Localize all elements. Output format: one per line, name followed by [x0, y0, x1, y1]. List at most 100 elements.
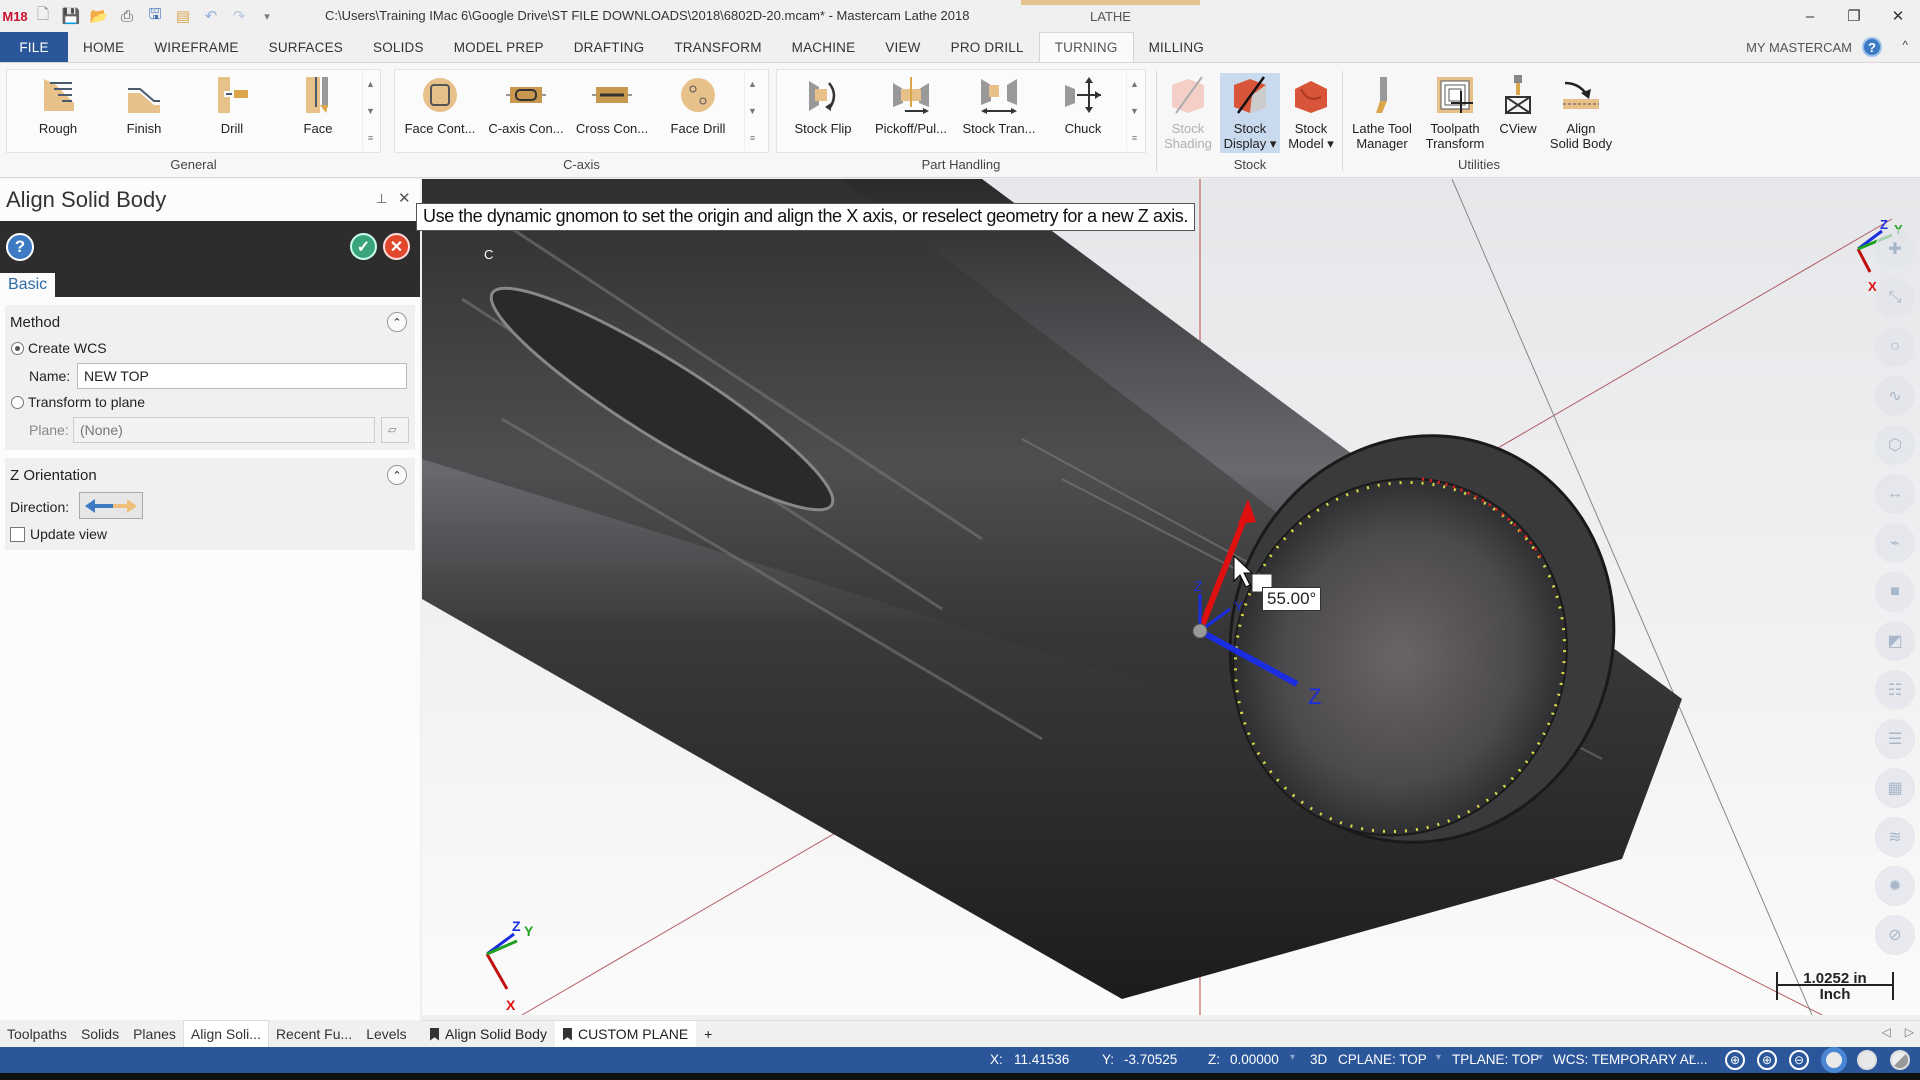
- quick-mask-settings-icon[interactable]: ✹: [1875, 866, 1915, 906]
- quick-mask-point-icon[interactable]: ✚: [1875, 229, 1915, 269]
- stock-display-button[interactable]: Stock Display ▾: [1220, 73, 1280, 153]
- ok-button[interactable]: ✓: [350, 233, 377, 260]
- x-coord-value[interactable]: 11.41536: [1014, 1052, 1069, 1067]
- tplane-dropdown-icon[interactable]: ▾: [1538, 1052, 1543, 1063]
- update-view-checkbox[interactable]: [10, 527, 25, 542]
- new-file-icon[interactable]: 🗋: [34, 6, 52, 25]
- minimize-button[interactable]: –: [1788, 0, 1832, 32]
- scroll-right-icon[interactable]: ▷: [1905, 1025, 1914, 1039]
- quick-mask-dimension-icon[interactable]: ↔: [1875, 474, 1915, 514]
- tab-solids-manager[interactable]: Solids: [74, 1020, 126, 1047]
- open-folder-icon[interactable]: 📂: [90, 7, 109, 25]
- graphics-viewport[interactable]: Z Y Z C X Z Y X Z: [422, 179, 1920, 1015]
- tab-surfaces[interactable]: SURFACES: [254, 32, 358, 62]
- lathe-tool-manager-button[interactable]: Lathe Tool Manager: [1344, 73, 1420, 153]
- quick-mask-drafting-icon[interactable]: ⌁: [1875, 523, 1915, 563]
- add-viewsheet-button[interactable]: +: [696, 1021, 720, 1047]
- tab-milling[interactable]: MILLING: [1134, 32, 1219, 62]
- tplane-button[interactable]: TPLANE: TOP: [1452, 1052, 1539, 1067]
- stock-flip-button[interactable]: Stock Flip: [780, 73, 866, 153]
- shaded-with-edges-icon[interactable]: [1857, 1050, 1877, 1070]
- tab-basic[interactable]: Basic: [0, 273, 56, 297]
- tab-levels[interactable]: Levels: [359, 1020, 413, 1047]
- quick-mask-clear-icon[interactable]: ⊘: [1875, 915, 1915, 955]
- hidden-line-icon[interactable]: ⊕: [1757, 1050, 1777, 1070]
- wireframe-display-icon[interactable]: ⊕: [1725, 1050, 1745, 1070]
- cplane-dropdown-icon[interactable]: ▾: [1436, 1052, 1441, 1063]
- stock-model-button[interactable]: Stock Model ▾: [1282, 73, 1340, 153]
- rough-button[interactable]: Rough: [18, 73, 98, 153]
- z-dropdown-icon[interactable]: ▾: [1290, 1052, 1295, 1063]
- collapse-ribbon-icon[interactable]: ^: [1902, 38, 1908, 52]
- restore-button[interactable]: ❐: [1832, 0, 1876, 32]
- quick-mask-tool-list-icon[interactable]: ☰: [1875, 719, 1915, 759]
- stock-shading-button[interactable]: Stock Shading: [1160, 73, 1216, 153]
- customize-qat-icon[interactable]: ▾: [258, 7, 276, 25]
- tab-pro-drill[interactable]: PRO DRILL: [936, 32, 1039, 62]
- c-axis-contour-button[interactable]: C-axis Con...: [484, 73, 568, 153]
- quick-mask-levels-icon[interactable]: ≋: [1875, 817, 1915, 857]
- save-icon[interactable]: 💾: [62, 7, 81, 25]
- quick-mask-line-icon[interactable]: ⤡: [1875, 278, 1915, 318]
- create-wcs-radio[interactable]: [11, 342, 24, 355]
- quick-mask-color-icon[interactable]: ▦: [1875, 768, 1915, 808]
- pin-icon[interactable]: ⊥: [376, 191, 387, 207]
- quick-mask-surface-icon[interactable]: ⬡: [1875, 425, 1915, 465]
- redo-icon[interactable]: ↷: [230, 7, 248, 25]
- drill-button[interactable]: Drill: [192, 73, 272, 153]
- name-input[interactable]: NEW TOP: [77, 363, 407, 389]
- pickoff-pull-button[interactable]: Pickoff/Pul...: [868, 73, 954, 153]
- toolpath-transform-button[interactable]: Toolpath Transform: [1422, 73, 1488, 153]
- my-mastercam-link[interactable]: MY MASTERCAM: [1746, 40, 1852, 55]
- hidden-line-removed-icon[interactable]: ⊖: [1789, 1050, 1809, 1070]
- quick-mask-solid-icon[interactable]: ■: [1875, 572, 1915, 612]
- direction-toggle-button[interactable]: [79, 492, 143, 519]
- quick-mask-list-icon[interactable]: ☷: [1875, 670, 1915, 710]
- z-coord-value[interactable]: 0.00000: [1230, 1052, 1279, 1067]
- y-coord-value[interactable]: -3.70525: [1124, 1052, 1177, 1067]
- tab-turning[interactable]: TURNING: [1038, 32, 1134, 62]
- cross-contour-button[interactable]: Cross Con...: [570, 73, 654, 153]
- finish-button[interactable]: Finish: [104, 73, 184, 153]
- viewsheet-custom-plane[interactable]: CUSTOM PLANE: [554, 1021, 697, 1047]
- cplane-button[interactable]: CPLANE: TOP: [1338, 1052, 1427, 1067]
- wcs-button[interactable]: WCS: TEMPORARY AL...: [1553, 1052, 1708, 1067]
- help-button[interactable]: ?: [6, 233, 34, 261]
- panel-close-icon[interactable]: ✕: [398, 189, 411, 207]
- tab-align-solid[interactable]: Align Soli...: [182, 1020, 269, 1047]
- z-orientation-collapse-toggle[interactable]: ⌃: [387, 465, 407, 485]
- stock-transfer-button[interactable]: Stock Tran...: [956, 73, 1042, 153]
- help-icon[interactable]: ?: [1862, 37, 1882, 57]
- tab-recent-functions[interactable]: Recent Fu...: [269, 1020, 359, 1047]
- quick-mask-plane-icon[interactable]: ◩: [1875, 621, 1915, 661]
- shaded-icon[interactable]: [1824, 1050, 1844, 1070]
- save-as-icon[interactable]: 🖫: [146, 6, 164, 25]
- tab-drafting[interactable]: DRAFTING: [559, 32, 660, 62]
- translucency-icon[interactable]: [1890, 1050, 1910, 1070]
- cancel-button[interactable]: ✕: [383, 233, 410, 260]
- undo-icon[interactable]: ↶: [202, 7, 220, 25]
- tab-planes[interactable]: Planes: [126, 1020, 183, 1047]
- cview-button[interactable]: CView: [1490, 73, 1546, 153]
- face-button[interactable]: Face: [278, 73, 358, 153]
- tab-solids[interactable]: SOLIDS: [358, 32, 439, 62]
- viewsheet-align-solid-body[interactable]: Align Solid Body: [422, 1021, 555, 1047]
- scroll-left-icon[interactable]: ◁: [1882, 1025, 1891, 1039]
- quick-mask-spline-icon[interactable]: ∿: [1875, 376, 1915, 416]
- transform-to-plane-radio[interactable]: [11, 396, 24, 409]
- close-button[interactable]: ✕: [1876, 0, 1920, 32]
- tab-model-prep[interactable]: MODEL PREP: [439, 32, 559, 62]
- face-drill-button[interactable]: Face Drill: [656, 73, 740, 153]
- tab-machine[interactable]: MACHINE: [777, 32, 871, 62]
- wcs-dropdown-icon[interactable]: ▾: [1690, 1052, 1695, 1063]
- method-collapse-toggle[interactable]: ⌃: [387, 312, 407, 332]
- tab-transform[interactable]: TRANSFORM: [659, 32, 776, 62]
- tab-toolpaths[interactable]: Toolpaths: [0, 1020, 74, 1047]
- chuck-button[interactable]: Chuck: [1044, 73, 1122, 153]
- c-axis-gallery-scroll[interactable]: ▲ ▼ ≡: [744, 71, 760, 151]
- align-solid-body-button[interactable]: Align Solid Body: [1548, 73, 1614, 153]
- tab-view[interactable]: VIEW: [870, 32, 935, 62]
- zip-icon[interactable]: ▤: [174, 7, 192, 25]
- tab-wireframe[interactable]: WIREFRAME: [139, 32, 253, 62]
- quick-mask-arc-icon[interactable]: ○: [1875, 327, 1915, 367]
